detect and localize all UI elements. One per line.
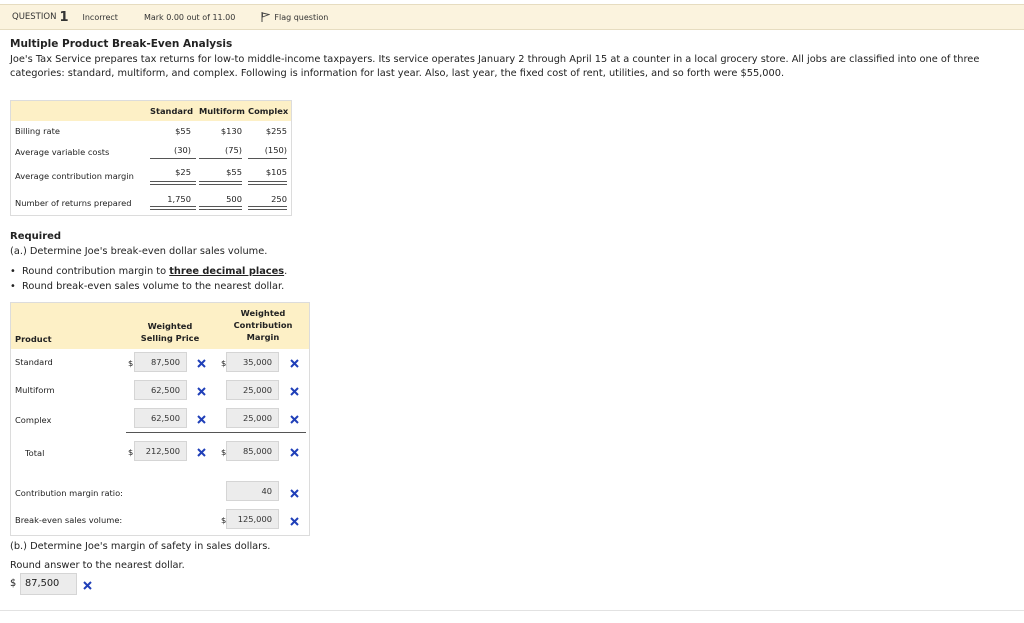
incorrect-x-icon [290, 489, 299, 498]
flag-question-button[interactable]: Flag question [261, 12, 328, 22]
status-label: Incorrect [82, 12, 118, 22]
part-b-round-note: Round answer to the nearest dollar. [10, 560, 185, 571]
incorrect-x-icon [197, 359, 206, 368]
row-label: Total [25, 448, 45, 458]
break-even-sales-volume-input[interactable]: 125,000 [226, 509, 279, 529]
cell-value: $25 [175, 167, 191, 177]
contribution-margin-ratio-input[interactable]: 40 [226, 481, 279, 501]
incorrect-x-icon [197, 448, 206, 457]
cell-value: $255 [265, 126, 287, 136]
col-weighted-contribution-margin: Weighted Contribution Margin [233, 308, 293, 342]
currency-symbol: $ [128, 447, 134, 457]
cell-value: $55 [175, 126, 191, 136]
multiform-weighted-contribution-margin-input[interactable]: 25,000 [226, 380, 279, 400]
incorrect-x-icon [290, 387, 299, 396]
incorrect-x-icon [83, 581, 92, 590]
cell-value: 1,750 [167, 194, 191, 204]
list-item: • Round contribution margin to three dec… [10, 266, 288, 277]
instructions-list: • Round contribution margin to three dec… [10, 264, 287, 294]
currency-symbol: $ [128, 358, 134, 368]
incorrect-x-icon [197, 387, 206, 396]
row-label: Billing rate [15, 126, 60, 136]
cell-value: $105 [265, 167, 287, 177]
standard-weighted-contribution-margin-input[interactable]: 35,000 [226, 352, 279, 372]
row-label: Standard [15, 357, 53, 367]
col-complex: Complex [248, 106, 289, 116]
incorrect-x-icon [290, 517, 299, 526]
complex-weighted-contribution-margin-input[interactable]: 25,000 [226, 408, 279, 428]
total-weighted-selling-price-input[interactable]: 212,500 [134, 441, 187, 461]
col-multiform: Multiform [199, 106, 245, 116]
flag-question-label: Flag question [274, 12, 329, 22]
question-number: 1 [59, 9, 69, 25]
cell-value: $130 [220, 126, 242, 136]
divider [0, 610, 1024, 611]
info-table: Standard Multiform Complex Billing rate … [10, 100, 292, 216]
col-product: Product [15, 334, 52, 344]
standard-weighted-selling-price-input[interactable]: 87,500 [134, 352, 187, 372]
row-label: Multiform [15, 385, 55, 395]
question-label: QUESTION [12, 12, 57, 22]
incorrect-x-icon [290, 415, 299, 424]
mark-label: Mark 0.00 out of 11.00 [143, 12, 236, 22]
total-weighted-contribution-margin-input[interactable]: 85,000 [226, 441, 279, 461]
row-label: Number of returns prepared [15, 198, 132, 208]
list-item: • Round break-even sales volume to the n… [10, 281, 285, 292]
cell-value: $55 [226, 167, 242, 177]
currency-symbol: $ [10, 578, 17, 589]
margin-of-safety-input[interactable]: 87,500 [20, 573, 77, 595]
cell-value: 250 [271, 194, 287, 204]
multiform-weighted-selling-price-input[interactable]: 62,500 [134, 380, 187, 400]
incorrect-x-icon [197, 415, 206, 424]
cell-value: 500 [226, 194, 242, 204]
break-even-label: Break-even sales volume: [15, 515, 123, 525]
complex-weighted-selling-price-input[interactable]: 62,500 [134, 408, 187, 428]
problem-title: Multiple Product Break-Even Analysis [10, 38, 233, 50]
cell-value: (30) [173, 145, 191, 155]
question-header: QUESTION 1 Incorrect Mark 0.00 out of 11… [0, 4, 1024, 30]
col-weighted-selling-price: Weighted Selling Price [140, 321, 200, 343]
row-label: Complex [15, 415, 52, 425]
required-heading: Required [10, 231, 62, 242]
answer-table: Product Weighted Selling Price Weighted … [10, 302, 310, 536]
incorrect-x-icon [290, 359, 299, 368]
row-label: Average variable costs [15, 147, 110, 157]
part-b-prompt: (b.) Determine Joe's margin of safety in… [10, 541, 271, 552]
cell-value: (75) [224, 145, 242, 155]
flag-icon [261, 12, 271, 22]
problem-intro: Joe's Tax Service prepares tax returns f… [10, 54, 980, 79]
col-standard: Standard [150, 106, 194, 116]
emphasis-text: three decimal places [169, 266, 285, 277]
incorrect-x-icon [290, 448, 299, 457]
part-a-prompt: (a.) Determine Joe's break-even dollar s… [10, 246, 268, 257]
cell-value: (150) [264, 145, 287, 155]
cm-ratio-label: Contribution margin ratio: [15, 488, 123, 498]
row-label: Average contribution margin [15, 171, 134, 181]
